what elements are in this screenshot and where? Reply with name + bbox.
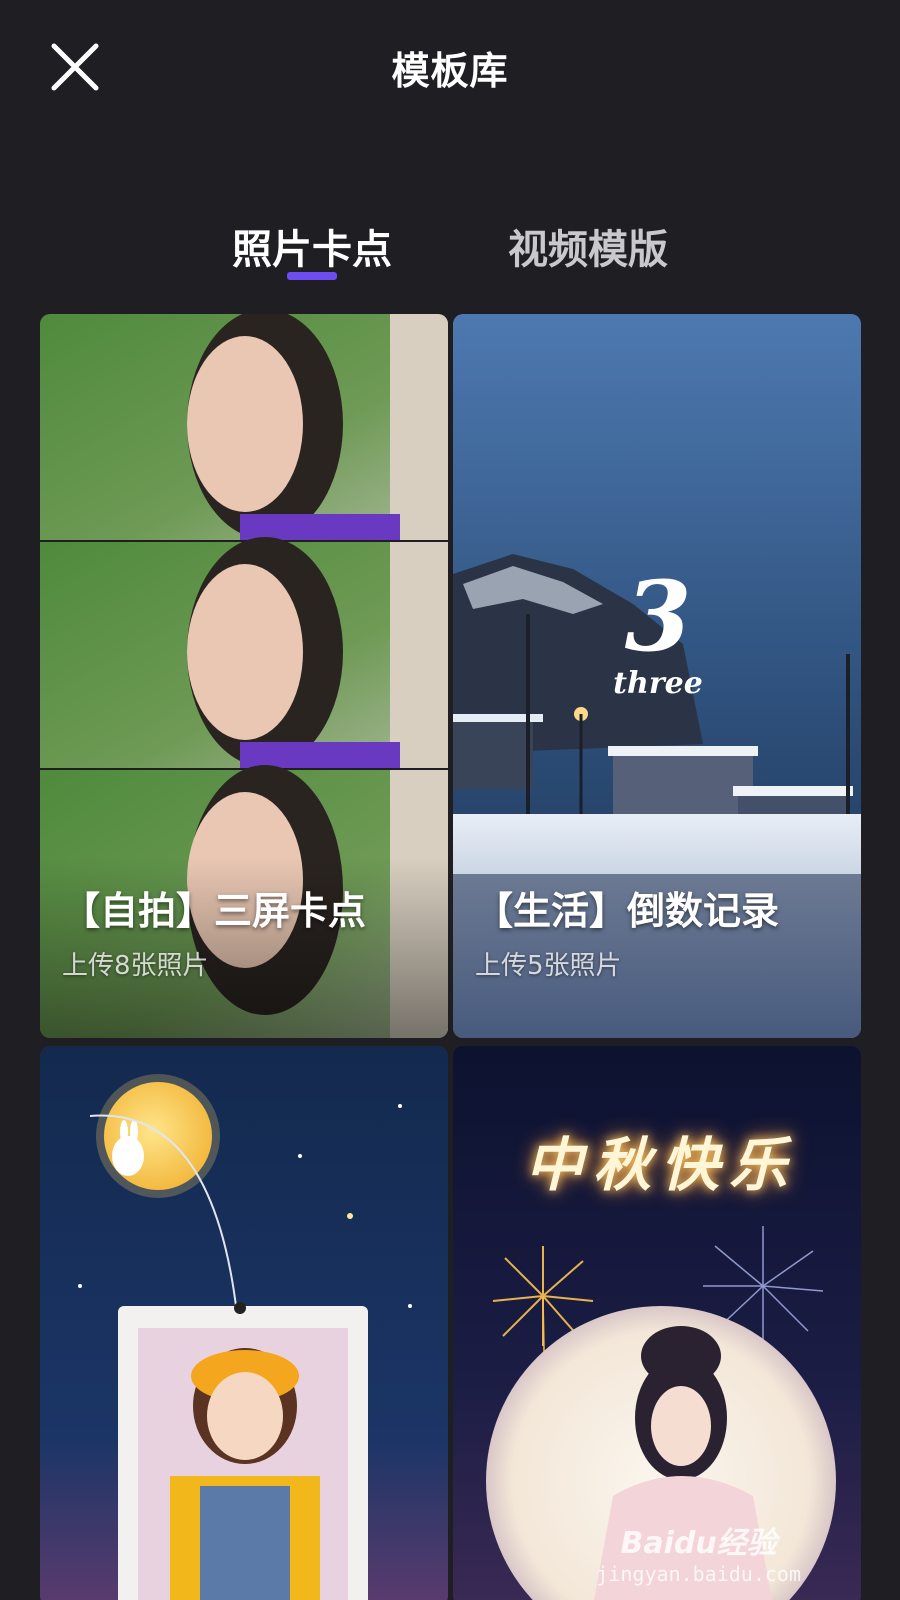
watermark-logo: Baidu经验 <box>620 1526 777 1561</box>
template-info: 【生活】倒数记录 上传5张照片 <box>475 880 851 982</box>
template-card-mid-autumn[interactable]: 中秋快乐 Baidu经验 jingyan.baidu.com <box>453 1046 861 1600</box>
template-thumbnail <box>40 1046 448 1600</box>
festival-greeting: 中秋快乐 <box>524 1131 797 1199</box>
watermark: Baidu经验 jingyan.baidu.com <box>596 1518 801 1586</box>
template-name: 【生活】倒数记录 <box>475 889 780 933</box>
countdown-word: three <box>613 666 703 701</box>
template-name: 【自拍】三屏卡点 <box>62 889 367 933</box>
top-bar: 模板库 <box>0 0 900 140</box>
active-tab-indicator <box>287 272 337 280</box>
template-photo-count: 上传8张照片 <box>62 951 209 981</box>
template-card-selfie[interactable]: 【自拍】三屏卡点 上传8张照片 <box>40 314 448 1038</box>
template-info: 【自拍】三屏卡点 上传8张照片 <box>62 880 438 982</box>
tab-photo-beat[interactable]: 照片卡点 <box>232 217 392 275</box>
template-card-countdown[interactable]: 3 three 【生活】倒数记录 上传5张照片 <box>453 314 861 1038</box>
watermark-url: jingyan.baidu.com <box>596 1562 801 1586</box>
template-card-moon-frame[interactable] <box>40 1046 448 1600</box>
page-title: 模板库 <box>391 49 509 93</box>
countdown-number: 3 <box>624 560 692 673</box>
template-photo-count: 上传5张照片 <box>475 951 622 981</box>
tab-bar: 照片卡点 视频模版 <box>0 205 900 295</box>
tab-video-templates[interactable]: 视频模版 <box>508 217 668 275</box>
